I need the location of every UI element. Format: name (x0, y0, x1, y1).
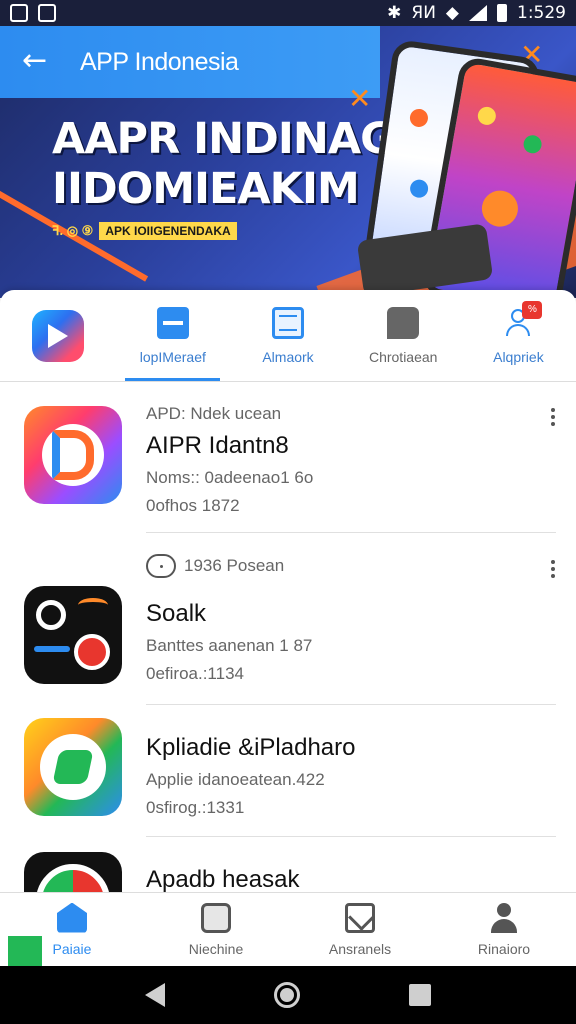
app-name: Soalk (146, 600, 207, 627)
mail-icon (345, 902, 375, 933)
tab-label: Chrotiaean (368, 348, 438, 365)
app-dot (408, 107, 430, 129)
tab-category-2[interactable]: Almaork (230, 290, 345, 381)
screen: ✱ ЯИ ◆ 1:529 ← APP Indonesia ✕ ✕ AAPR IN… (0, 0, 576, 1024)
system-navigation-bar (0, 966, 576, 1024)
status-right-icons: ✱ ЯИ ◆ 1:529 (387, 3, 566, 23)
tab-label: lopIMeraef (139, 348, 206, 365)
briefcase-icon (156, 306, 189, 339)
banner-headline: AAPR INDINAGA IIDOMIEAKIM (52, 114, 428, 214)
divider (146, 532, 556, 533)
app-meta: APD: Ndek ucean AIPR Idantn8 Noms:: 0ade… (146, 404, 313, 516)
nav-item-mail[interactable]: Ansranels (288, 893, 432, 966)
app-icon (24, 586, 122, 684)
user-icon (489, 902, 519, 933)
app-kicker: 1936 Posean (146, 554, 312, 578)
cell-signal-icon (469, 5, 487, 21)
nav-label: Paiaie (52, 940, 92, 957)
notification-badge: % (522, 300, 543, 319)
app-detail: 0ofhos 1872 (146, 496, 240, 515)
divider (146, 704, 556, 705)
app-name: Kpliadie &iPladharo (146, 734, 356, 761)
app-icon (24, 852, 122, 892)
more-menu-icon[interactable] (550, 560, 556, 578)
tab-category-4[interactable]: % Alqpriek (461, 290, 576, 381)
app-icon-ring (42, 424, 104, 486)
app-icon-shape (34, 646, 70, 652)
tab-label: Alqpriek (493, 348, 544, 365)
status-bar: ✱ ЯИ ◆ 1:529 (0, 0, 576, 26)
app-detail: 0efiroa.:1134 (146, 664, 244, 683)
app-notification-icon (38, 4, 56, 22)
device-icon (201, 902, 231, 933)
app-detail: Noms:: 0adeenao1 6o (146, 468, 314, 487)
app-meta: 1936 Posean Soalk Banttes aanenan 1 87 0… (146, 554, 312, 684)
person-body (506, 323, 531, 336)
app-name: Apadb heasak (146, 866, 300, 892)
app-detail: Banttes aanenan 1 87 (146, 636, 313, 655)
home-icon (57, 902, 87, 933)
app-icon (24, 406, 122, 504)
app-icon (24, 718, 122, 816)
battery-icon (497, 4, 507, 22)
tab-app-logo[interactable] (0, 290, 115, 381)
tab-label: Almaork (262, 348, 314, 365)
document-icon (272, 306, 304, 339)
back-arrow-icon[interactable]: ← (22, 46, 52, 76)
nav-item-user[interactable]: Rinaioro (432, 893, 576, 966)
divider (146, 836, 556, 837)
category-tabs: lopIMeraef Almaork Chrotiaean % Alqpriek (0, 290, 576, 382)
wifi-icon: ◆ (445, 3, 459, 23)
back-triangle-icon[interactable] (144, 983, 165, 1007)
signal-text: ЯИ (411, 3, 436, 23)
more-menu-icon[interactable] (550, 408, 556, 426)
banner-tagline: ꟻ. ◎ ⑨ APK IOIIGENENDAKA (52, 222, 237, 240)
app-dot (522, 133, 544, 155)
app-dot (408, 178, 430, 199)
tab-category-3[interactable]: Chrotiaean (346, 290, 461, 381)
app-icon-shape (36, 600, 66, 630)
list-item[interactable]: 1936 Posean Soalk Banttes aanenan 1 87 0… (0, 554, 576, 684)
overlay-badge-icon (6, 934, 44, 968)
person-badge-icon: % (502, 300, 543, 339)
app-icon-shape (78, 598, 108, 612)
app-name: AIPR Idantn8 (146, 432, 289, 459)
nav-label: Ansranels (328, 940, 392, 957)
tab-category-1[interactable]: lopIMeraef (115, 290, 230, 381)
app-kicker-text: 1936 Posean (184, 556, 285, 575)
chat-bubble-icon (146, 554, 176, 578)
app-logo-icon (31, 309, 84, 362)
app-kicker: APD: Ndek ucean (146, 404, 313, 424)
app-meta: Apadb heasak (146, 866, 299, 892)
app-icon-ring (40, 734, 106, 800)
banner-headline-line1: AAPR INDINAGA (52, 114, 428, 164)
nav-label: Niechine (188, 940, 244, 957)
app-kicker-text: APD: Ndek ucean (146, 404, 282, 423)
nav-item-device[interactable]: Niechine (144, 893, 288, 966)
app-detail: Applie idanoeatean.422 (146, 770, 325, 789)
nav-label: Rinaioro (477, 940, 531, 957)
status-left-icons (10, 4, 56, 22)
app-icon-shape (74, 634, 110, 670)
home-circle-icon[interactable] (273, 982, 300, 1008)
bottom-navigation: Paiaie Niechine Ansranels Rinaioro (0, 892, 576, 966)
app-list: APD: Ndek ucean AIPR Idantn8 Noms:: 0ade… (0, 382, 576, 892)
app-icon-ring (36, 864, 110, 892)
hero-banner: ← APP Indonesia ✕ ✕ AAPR INDINAGA IIDOMI… (0, 26, 576, 298)
sparkle-icon: ✕ (348, 82, 372, 115)
bluetooth-icon: ✱ (387, 3, 402, 23)
app-notification-icon (10, 4, 28, 22)
status-time: 1:529 (517, 3, 566, 23)
banner-tagline-pill: APK IOIIGENENDAKA (99, 222, 237, 240)
mascot-icon (479, 187, 521, 230)
recent-square-icon[interactable] (409, 984, 432, 1006)
chat-icon (387, 306, 420, 339)
header-title: APP Indonesia (80, 48, 239, 76)
banner-tagline-prefix: ꟻ. ◎ ⑨ (52, 223, 94, 238)
app-detail: 0sfirog.:1331 (146, 798, 245, 817)
app-meta: Kpliadie &iPladharo Applie idanoeatean.4… (146, 734, 355, 818)
app-dot (476, 105, 498, 127)
